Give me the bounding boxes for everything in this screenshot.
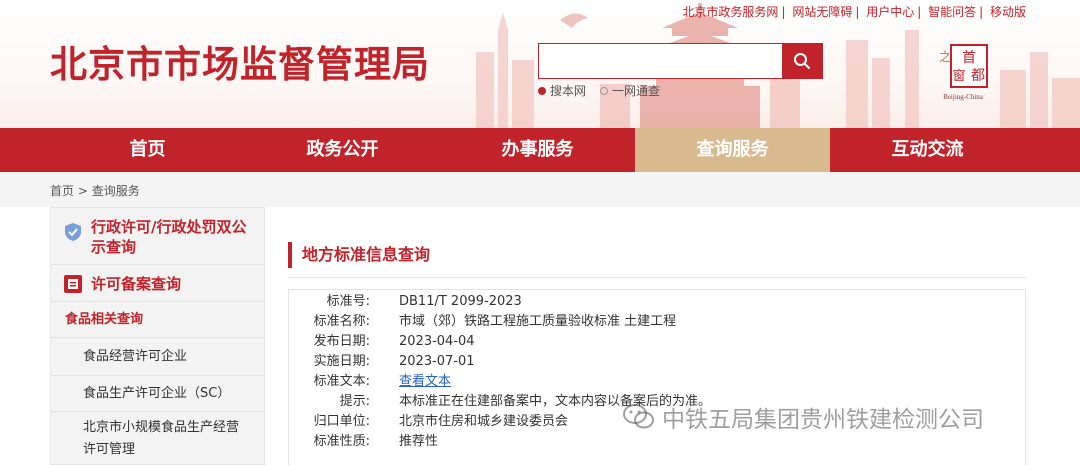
top-link-mobile[interactable]: 移动版: [990, 5, 1026, 19]
radio-unselected-icon: [600, 86, 609, 95]
sidebar-item-dual-publicity[interactable]: 行政许可/行政处罚双公示查询: [51, 208, 264, 265]
info-row-standard-nature: 标准性质: 推荐性: [313, 434, 439, 449]
top-link-user-center[interactable]: 用户中心: [866, 5, 914, 19]
top-link-gov-service[interactable]: 北京市政务服务网: [682, 5, 778, 19]
sidebar-subheading-food[interactable]: 食品相关查询: [51, 302, 264, 338]
wechat-icon: [623, 404, 654, 429]
document-icon: [64, 275, 82, 293]
breadcrumb: 首页 > 查询服务: [50, 182, 140, 199]
nav-gov-affairs[interactable]: 政务公开: [245, 128, 440, 172]
capital-window-seal-logo: 首 都 之 窗: [939, 44, 988, 88]
radio-selected-icon: [538, 86, 546, 95]
breadcrumb-separator: >: [77, 184, 88, 198]
search-input[interactable]: [539, 44, 783, 78]
top-link-accessibility[interactable]: 网站无障碍: [792, 5, 852, 19]
view-text-link[interactable]: 查看文本: [399, 373, 451, 391]
sidebar-item-label: 许可备案查询: [91, 275, 182, 293]
nav-interaction[interactable]: 互动交流: [830, 128, 1025, 172]
wechat-watermark: 中铁五局集团贵州铁建检测公司: [622, 400, 984, 434]
shield-check-icon: [65, 223, 81, 241]
sidebar-item-small-scale-food[interactable]: 北京市小规模食品生产经营许可管理: [51, 412, 264, 464]
info-row-publish-date: 发布日期: 2023-04-04: [313, 334, 475, 349]
breadcrumb-current: 查询服务: [91, 184, 140, 198]
search-scope-all[interactable]: 一网通查: [600, 82, 660, 99]
search-icon: [794, 53, 810, 69]
info-row-standard-text: 标准文本: 查看文本: [313, 373, 452, 391]
watermark-text: 中铁五局集团贵州铁建检测公司: [662, 407, 984, 433]
heading-divider: [288, 277, 1026, 278]
top-links: 北京市政务服务网 | 网站无障碍 | 用户中心 | 智能问答 | 移动版: [682, 5, 1026, 19]
search-scope-options: 搜本网 一网通查: [538, 82, 660, 99]
search-scope-site[interactable]: 搜本网: [538, 82, 586, 99]
breadcrumb-home[interactable]: 首页: [50, 184, 74, 198]
search-box: [538, 43, 823, 79]
page-title: 地方标准信息查询: [288, 242, 430, 268]
info-row-standard-name: 标准名称: 市域（郊）铁路工程施工质量验收标准 土建工程: [313, 314, 677, 329]
main-nav: 首页 政务公开 办事服务 查询服务 互动交流: [0, 128, 1080, 172]
sidebar-item-food-production[interactable]: 食品生产许可企业（SC）: [51, 376, 264, 412]
nav-services[interactable]: 办事服务: [440, 128, 635, 172]
nav-query-services[interactable]: 查询服务: [635, 128, 830, 172]
site-title: 北京市市场监督管理局: [50, 43, 430, 86]
sidebar-item-food-business[interactable]: 食品经营许可企业: [51, 338, 264, 376]
sidebar: 行政许可/行政处罚双公示查询 许可备案查询 食品相关查询 食品经营许可企业 食品…: [50, 207, 265, 465]
search-button[interactable]: [782, 44, 822, 78]
info-row-responsible-unit: 归口单位: 北京市住房和城乡建设委员会: [313, 414, 569, 429]
breadcrumb-bar: 首页 > 查询服务: [0, 172, 1080, 207]
svg-text:都: 都: [971, 68, 985, 84]
sidebar-item-license-filing[interactable]: 许可备案查询: [51, 265, 264, 302]
site-header: 北京市市场监督管理局 北京市政务服务网 | 网站无障碍 | 用户中心 | 智能问答 | …: [0, 0, 1080, 128]
standard-info-card: 标准号: DB11/T 2099-2023 标准名称: 市域（郊）铁路工程施工质量验…: [288, 289, 1026, 465]
info-row-standard-no: 标准号: DB11/T 2099-2023: [326, 294, 522, 309]
top-link-smart-qa[interactable]: 智能问答: [928, 5, 976, 19]
nav-home[interactable]: 首页: [50, 128, 245, 172]
svg-text:窗: 窗: [952, 68, 965, 84]
sidebar-item-label: 行政许可/行政处罚双公示查询: [91, 218, 247, 256]
svg-text:首: 首: [962, 50, 976, 66]
seal-caption: Beijing-China: [943, 93, 983, 101]
svg-text:之: 之: [939, 50, 951, 64]
info-row-effective-date: 实施日期: 2023-07-01: [313, 354, 475, 369]
